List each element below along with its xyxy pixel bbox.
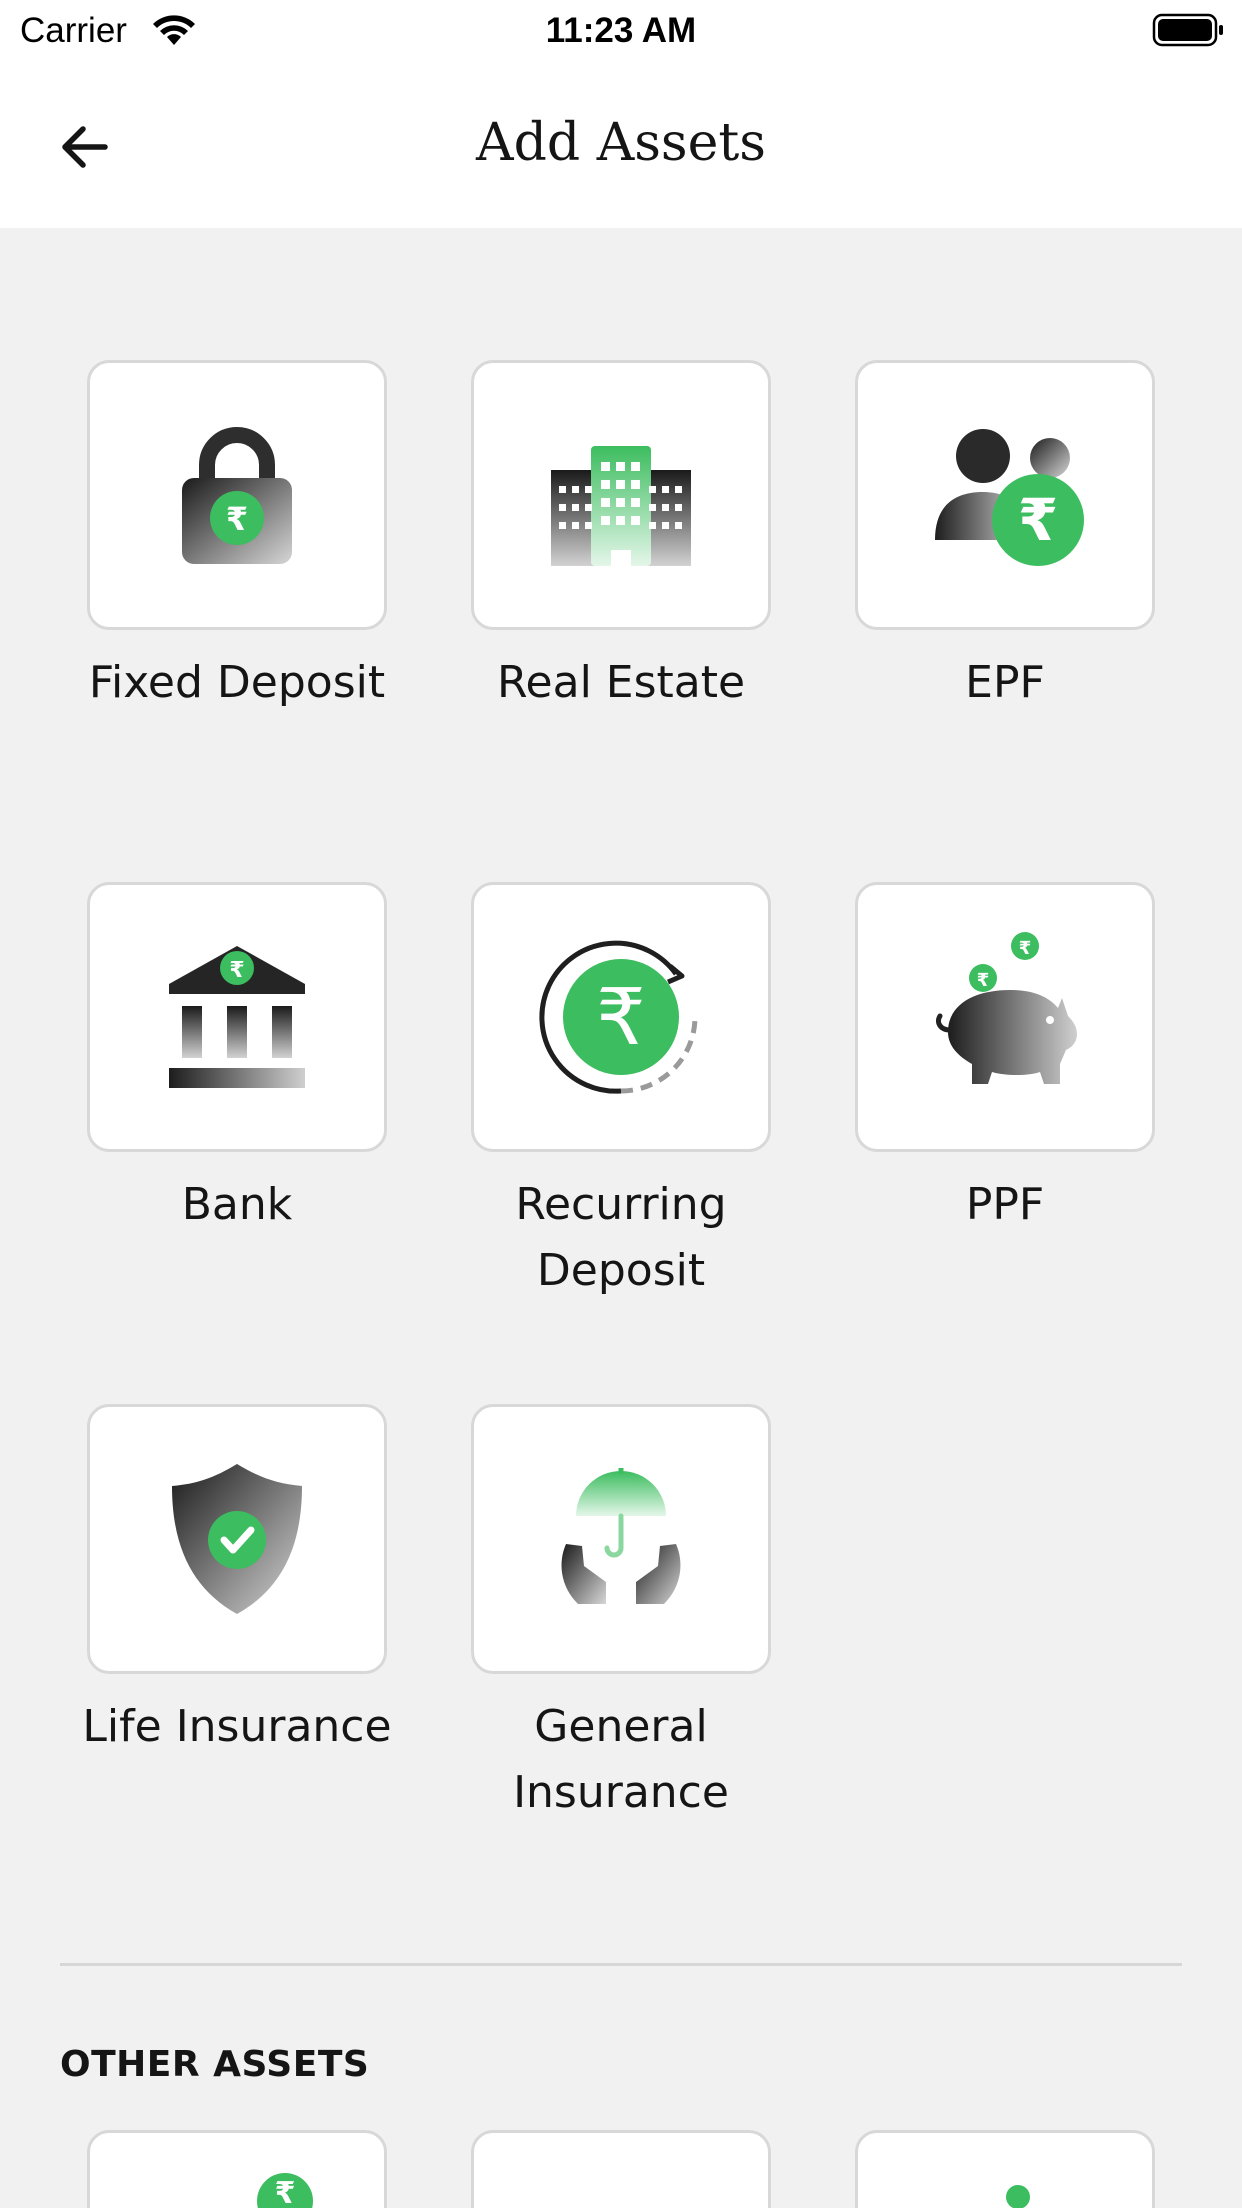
- asset-tile-fixed-deposit[interactable]: ₹ Fixed Deposit: [87, 360, 387, 716]
- asset-tile-bank[interactable]: ₹ Bank: [87, 882, 387, 1238]
- svg-text:₹: ₹: [1019, 938, 1032, 959]
- asset-label: PPF: [965, 1179, 1045, 1230]
- other-asset-tile[interactable]: [855, 2130, 1155, 2208]
- piggy-bank-icon: ₹ ₹: [935, 932, 1077, 1084]
- shield-check-icon: [172, 1464, 302, 1614]
- rupee-coin-icon: ₹: [257, 2173, 313, 2208]
- status-bar: Carrier 11:23 AM: [0, 0, 1242, 62]
- asset-card: [471, 1404, 771, 1674]
- asset-label: EPF: [965, 657, 1045, 708]
- svg-text:₹: ₹: [275, 2176, 296, 2208]
- other-asset-tile[interactable]: [471, 2130, 771, 2208]
- asset-tile-recurring-deposit[interactable]: ₹ Recurring Deposit: [471, 882, 771, 1304]
- asset-label: Real Estate: [496, 657, 746, 708]
- padlock-rupee-icon: ₹: [182, 427, 292, 564]
- asset-card: ₹ ₹: [855, 882, 1155, 1152]
- other-asset-tile[interactable]: ₹: [87, 2130, 387, 2208]
- asset-card: ₹: [855, 360, 1155, 630]
- asset-label: Bank: [181, 1179, 293, 1230]
- asset-label: General Insurance: [513, 1701, 729, 1818]
- asset-label: Life Insurance: [82, 1701, 392, 1752]
- asset-card: [87, 1404, 387, 1674]
- nav-bar: Add Assets: [0, 62, 1242, 228]
- asset-tile-ppf[interactable]: ₹ ₹ PPF: [855, 882, 1155, 1238]
- svg-text:₹: ₹: [229, 958, 244, 983]
- umbrella-hands-icon: [561, 1468, 681, 1604]
- page-title: Add Assets: [476, 113, 766, 173]
- svg-text:₹: ₹: [226, 500, 248, 538]
- person-icon: [1006, 2185, 1030, 2208]
- asset-card: ₹: [87, 882, 387, 1152]
- bank-rupee-icon: ₹: [169, 946, 305, 1088]
- section-divider: [60, 1963, 1182, 1966]
- svg-text:₹: ₹: [596, 973, 646, 1063]
- rupee-cycle-icon: ₹: [539, 940, 698, 1094]
- asset-label: Recurring Deposit: [515, 1179, 727, 1296]
- asset-card: ₹: [87, 360, 387, 630]
- asset-card: [471, 360, 771, 630]
- asset-card: ₹: [471, 882, 771, 1152]
- svg-text:₹: ₹: [1018, 486, 1058, 554]
- svg-text:₹: ₹: [977, 970, 990, 991]
- asset-tile-life-insurance[interactable]: Life Insurance: [82, 1404, 392, 1760]
- people-rupee-icon: ₹: [935, 429, 1084, 566]
- asset-label: Fixed Deposit: [88, 657, 386, 708]
- asset-tile-general-insurance[interactable]: General Insurance: [471, 1404, 771, 1826]
- other-assets-heading: OTHER ASSETS: [60, 2044, 370, 2085]
- asset-tile-real-estate[interactable]: Real Estate: [471, 360, 771, 716]
- battery-icon: [1152, 13, 1223, 47]
- status-time: 11:23 AM: [545, 11, 697, 50]
- buildings-icon: [551, 446, 691, 566]
- asset-tile-epf[interactable]: ₹ EPF: [855, 360, 1155, 716]
